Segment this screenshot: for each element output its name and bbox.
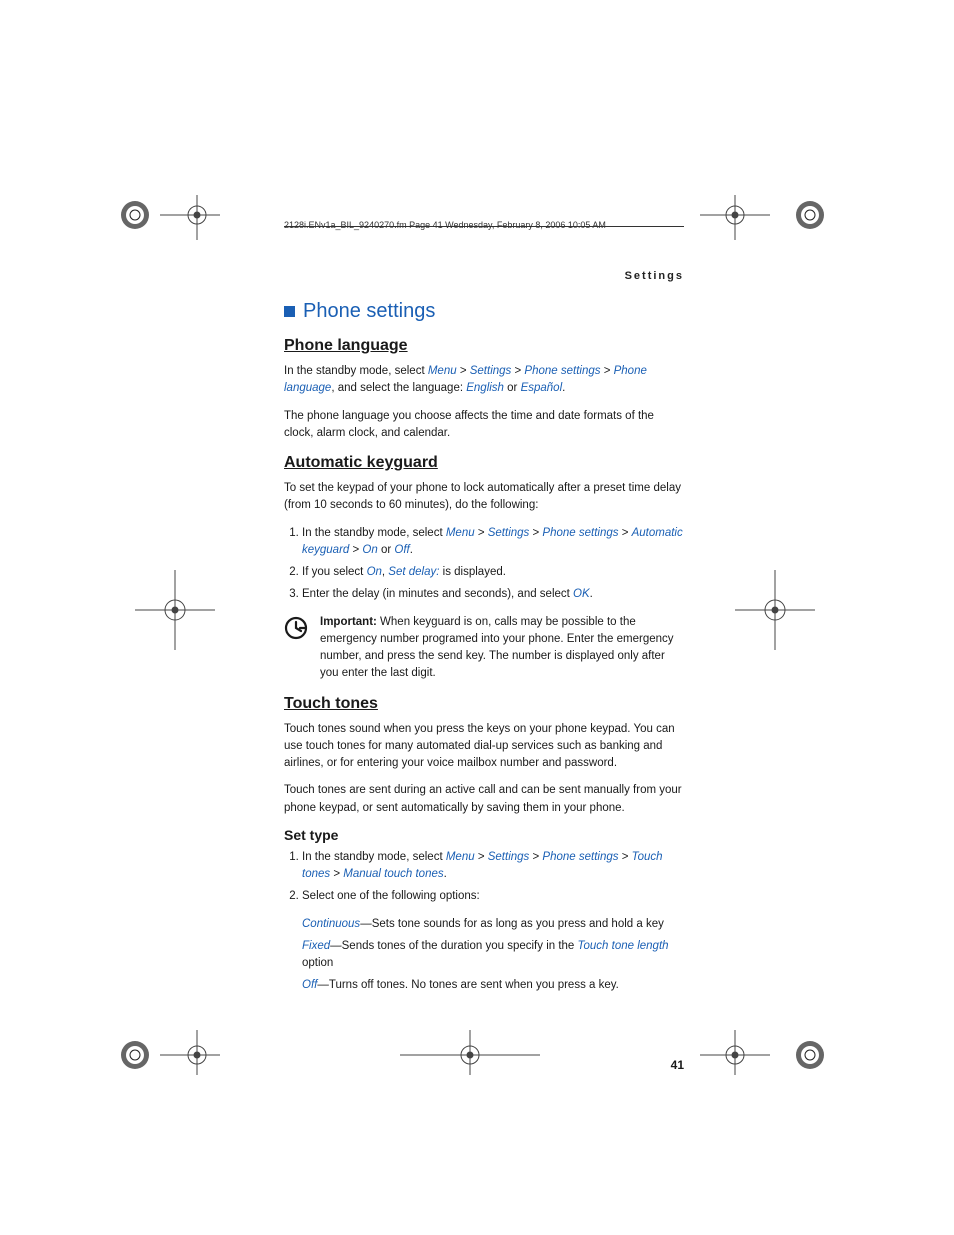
- option-continuous: Continuous—Sets tone sounds for as long …: [302, 916, 684, 933]
- list-item: In the standby mode, select Menu > Setti…: [302, 849, 684, 884]
- subhead-set-type: Set type: [284, 827, 684, 843]
- header-line: 2128i.ENv1a_BIL_9240270.fm Page 41 Wedne…: [284, 220, 684, 230]
- list-item: Select one of the following options:: [302, 888, 684, 905]
- list-item: Enter the delay (in minutes and seconds)…: [302, 586, 684, 603]
- crop-marks-icon: [135, 570, 215, 650]
- body-text: Touch tones sound when you press the key…: [284, 721, 684, 773]
- crop-marks-icon: [700, 1015, 840, 1075]
- option-fixed: Fixed—Sends tones of the duration you sp…: [302, 938, 684, 973]
- body-text: Touch tones are sent during an active ca…: [284, 782, 684, 817]
- steps-list: In the standby mode, select Menu > Setti…: [284, 525, 684, 604]
- page-content: 2128i.ENv1a_BIL_9240270.fm Page 41 Wedne…: [284, 220, 684, 1000]
- crop-marks-icon: [115, 195, 235, 255]
- important-text: Important: When keyguard is on, calls ma…: [310, 614, 684, 683]
- steps-list: In the standby mode, select Menu > Setti…: [284, 849, 684, 906]
- list-item: If you select On, Set delay: is displaye…: [302, 564, 684, 581]
- body-text: To set the keypad of your phone to lock …: [284, 480, 684, 515]
- subsection-phone-language: Phone language: [284, 337, 684, 355]
- important-icon: [284, 616, 310, 645]
- option-off: Off—Turns off tones. No tones are sent w…: [302, 977, 684, 994]
- subsection-touch-tones: Touch tones: [284, 695, 684, 713]
- crop-marks-icon: [400, 1015, 540, 1075]
- section-title-text: Phone settings: [303, 300, 435, 322]
- page-number: 41: [671, 1058, 684, 1072]
- running-head: Settings: [284, 270, 684, 282]
- section-title: Phone settings: [284, 300, 684, 323]
- bullet-square-icon: [284, 306, 295, 317]
- body-text: In the standby mode, select Menu > Setti…: [284, 363, 684, 398]
- list-item: In the standby mode, select Menu > Setti…: [302, 525, 684, 560]
- subsection-automatic-keyguard: Automatic keyguard: [284, 454, 684, 472]
- crop-marks-icon: [115, 1015, 235, 1075]
- crop-marks-icon: [700, 195, 840, 255]
- important-note: Important: When keyguard is on, calls ma…: [284, 614, 684, 683]
- crop-marks-icon: [735, 570, 815, 650]
- body-text: The phone language you choose affects th…: [284, 408, 684, 443]
